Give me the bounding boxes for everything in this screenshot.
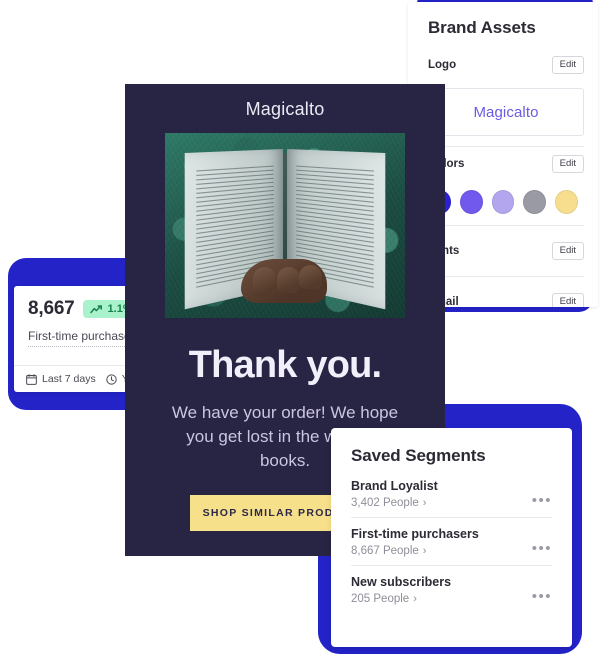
clock-icon bbox=[106, 373, 117, 385]
segment-count-label: 205 People bbox=[351, 593, 410, 605]
segment-count[interactable]: 205 People › bbox=[351, 593, 451, 605]
metric-date-range-label: Last 7 days bbox=[42, 373, 96, 385]
brand-logo-preview: Magicalto bbox=[428, 88, 584, 136]
brand-assets-row-logo: Logo Edit bbox=[408, 48, 598, 82]
finger bbox=[277, 267, 300, 293]
segment-more-options-icon[interactable]: ••• bbox=[532, 479, 552, 508]
brand-assets-title: Brand Assets bbox=[428, 18, 536, 37]
brand-logo-text: Magicalto bbox=[473, 103, 539, 121]
edit-fonts-button[interactable]: Edit bbox=[551, 241, 584, 261]
color-swatch[interactable] bbox=[459, 190, 483, 214]
metric-date-range[interactable]: Last 7 days bbox=[26, 373, 96, 385]
color-swatch[interactable] bbox=[555, 190, 578, 214]
segment-count-label: 8,667 People bbox=[351, 545, 419, 557]
finger bbox=[299, 265, 322, 289]
saved-segments-title: Saved Segments bbox=[351, 446, 486, 465]
open-book-illustration bbox=[184, 149, 386, 310]
brand-assets-logo-label: Logo bbox=[428, 59, 457, 71]
finger bbox=[253, 267, 276, 297]
edit-colors-button[interactable]: Edit bbox=[551, 154, 584, 174]
segment-info: First-time purchasers 8,667 People › bbox=[351, 527, 479, 557]
email-headline: Thank you. bbox=[188, 344, 382, 386]
edit-email-button[interactable]: Edit bbox=[551, 292, 584, 307]
segment-name: Brand Loyalist bbox=[351, 479, 438, 493]
segment-info: New subscribers 205 People › bbox=[351, 575, 451, 605]
segment-name: First-time purchasers bbox=[351, 527, 479, 541]
segment-name: New subscribers bbox=[351, 575, 452, 589]
metric-label: First-time purchasers bbox=[28, 329, 141, 347]
list-item[interactable]: First-time purchasers 8,667 People › ••• bbox=[331, 518, 572, 565]
list-item[interactable]: New subscribers 205 People › ••• bbox=[331, 566, 572, 613]
screenshot-stage: Brand Assets Logo Edit Magicalto Colors … bbox=[0, 0, 600, 666]
calendar-icon bbox=[26, 373, 37, 385]
segment-count[interactable]: 3,402 People › bbox=[351, 497, 438, 509]
segment-count-label: 3,402 People bbox=[351, 497, 419, 509]
segment-more-options-icon[interactable]: ••• bbox=[532, 527, 552, 556]
hand-illustration bbox=[241, 259, 327, 303]
chevron-right-icon: › bbox=[422, 545, 427, 557]
segment-count[interactable]: 8,667 People › bbox=[351, 545, 479, 557]
color-swatch[interactable] bbox=[523, 190, 547, 214]
list-item[interactable]: Brand Loyalist 3,402 People › ••• bbox=[331, 470, 572, 517]
segment-more-options-icon[interactable]: ••• bbox=[532, 575, 552, 604]
segment-info: Brand Loyalist 3,402 People › bbox=[351, 479, 438, 509]
chevron-right-icon: › bbox=[422, 497, 427, 509]
metric-value: 8,667 bbox=[28, 298, 75, 319]
email-hero-image bbox=[165, 133, 405, 318]
chevron-right-icon: › bbox=[413, 593, 417, 605]
email-brand-name: Magicalto bbox=[245, 99, 325, 119]
edit-logo-button[interactable]: Edit bbox=[551, 55, 584, 75]
trend-up-icon bbox=[89, 304, 102, 313]
saved-segments-card: Saved Segments Brand Loyalist 3,402 Peop… bbox=[331, 428, 572, 647]
color-swatch[interactable] bbox=[491, 190, 515, 214]
